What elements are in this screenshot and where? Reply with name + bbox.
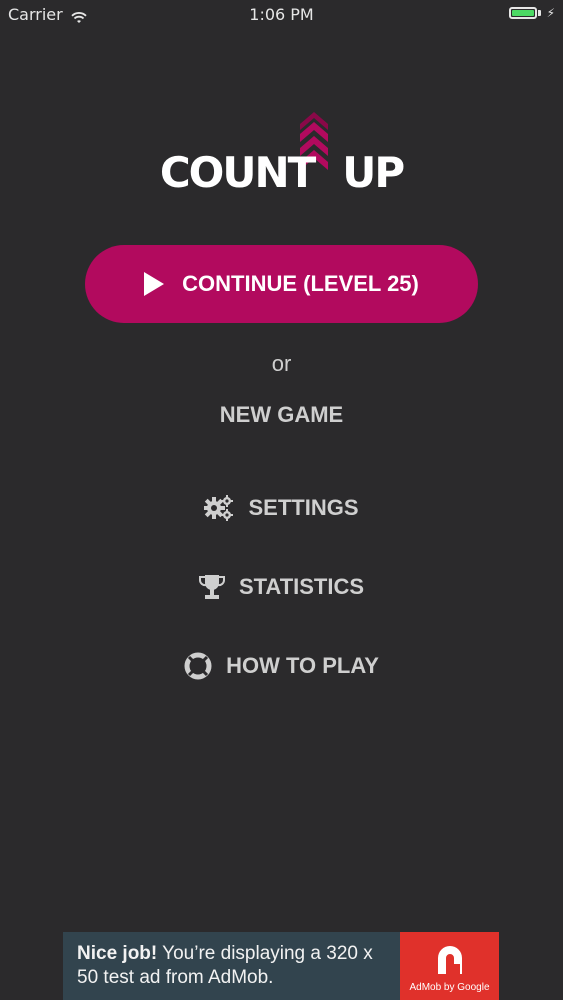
- status-bar: Carrier 1:06 PM ⚡: [0, 0, 563, 30]
- clock: 1:06 PM: [249, 5, 314, 24]
- logo-text-count: COUNT: [159, 148, 316, 197]
- admob-icon: [437, 945, 462, 974]
- admob-logo: AdMob by Google: [400, 932, 499, 1000]
- ad-headline: Nice job!: [77, 943, 158, 964]
- ad-brand: AdMob by Google: [409, 981, 490, 993]
- gears-icon: [204, 494, 234, 522]
- continue-label: CONTINUE (LEVEL 25): [182, 271, 419, 296]
- charging-icon: ⚡: [546, 6, 555, 20]
- settings-label: SETTINGS: [248, 495, 359, 520]
- or-label: or: [271, 351, 292, 376]
- new-game-label: NEW GAME: [219, 402, 344, 427]
- battery-tip: [537, 10, 541, 16]
- battery-icon: [508, 7, 537, 19]
- logo-text-up: UP: [342, 148, 405, 197]
- ad-banner[interactable]: Nice job! You’re displaying a 320 x 50 t…: [63, 932, 499, 1000]
- lifebuoy-icon: [184, 652, 212, 680]
- play-icon: [144, 272, 165, 296]
- settings-button[interactable]: SETTINGS: [0, 494, 563, 522]
- logo-text: COUNT UP: [0, 148, 563, 197]
- statistics-button[interactable]: STATISTICS: [0, 573, 563, 601]
- ad-text: Nice job! You’re displaying a 320 x 50 t…: [77, 942, 397, 990]
- new-game-button[interactable]: NEW GAME: [0, 402, 563, 428]
- continue-button[interactable]: CONTINUE (LEVEL 25): [85, 245, 478, 323]
- statistics-label: STATISTICS: [238, 574, 365, 599]
- app-logo: COUNT UP: [0, 112, 563, 197]
- trophy-icon: [198, 573, 225, 601]
- how-to-play-button[interactable]: HOW TO PLAY: [0, 652, 563, 680]
- status-right: ⚡: [508, 6, 555, 20]
- how-to-play-label: HOW TO PLAY: [226, 653, 379, 678]
